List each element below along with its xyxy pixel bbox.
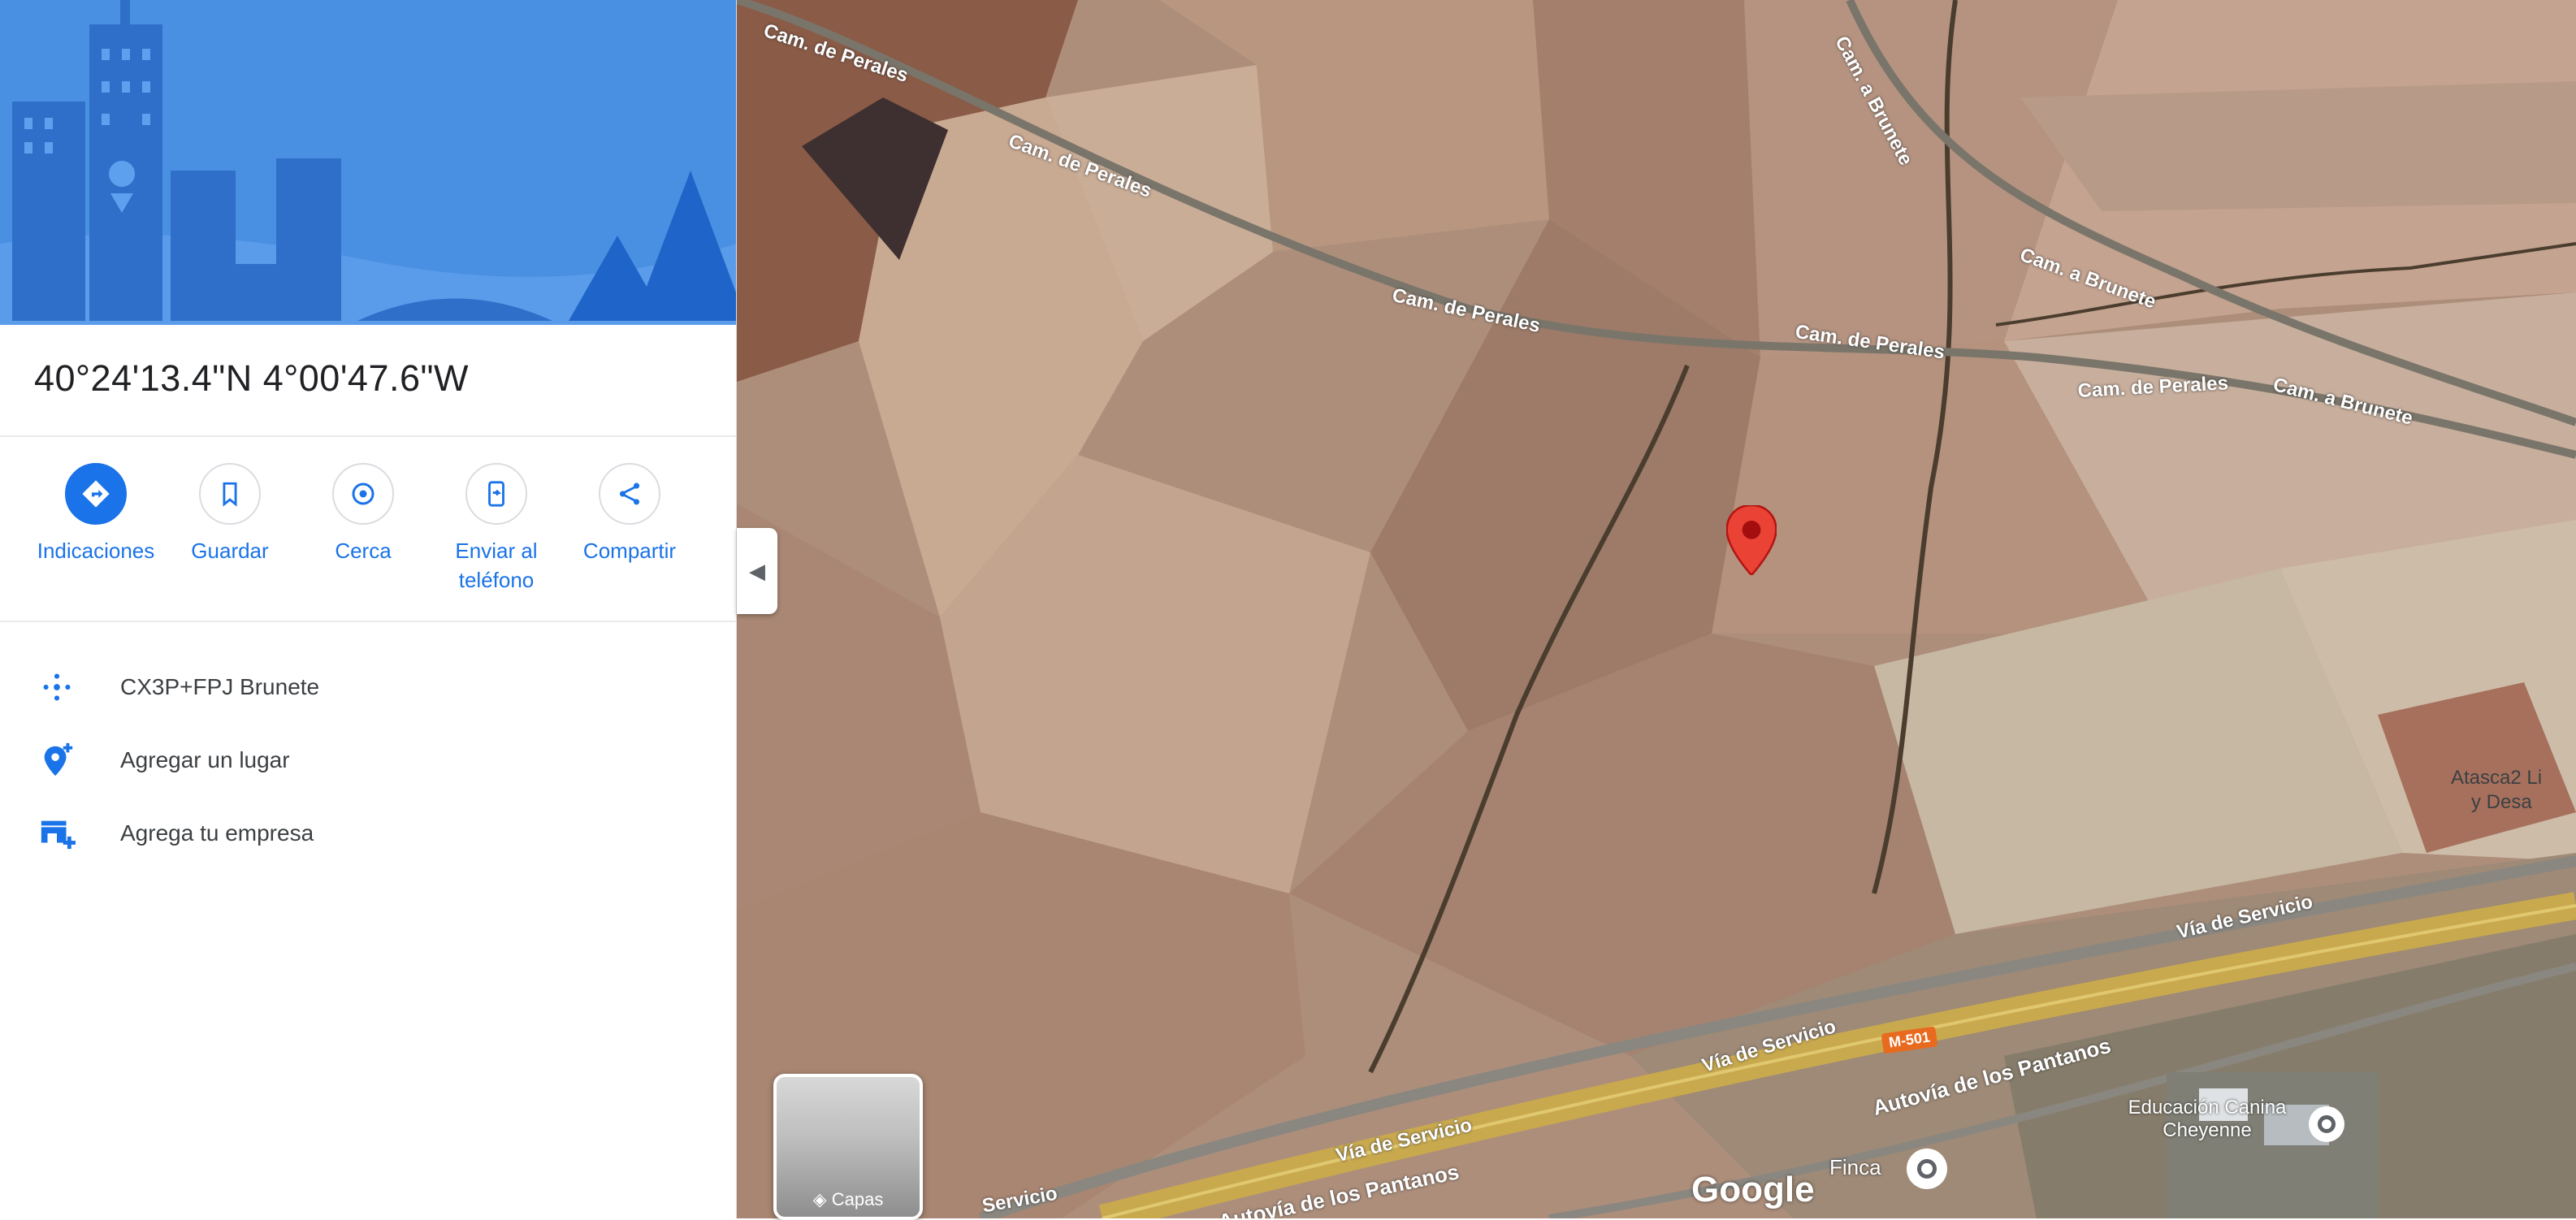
add-business-icon	[34, 811, 80, 856]
plus-code-text: CX3P+FPJ Brunete	[120, 674, 320, 699]
poi-label[interactable]: Finca	[1829, 1155, 1881, 1180]
nearby-button[interactable]: Cerca	[298, 463, 428, 565]
google-logo: Google	[1691, 1170, 1815, 1209]
poi-label[interactable]: y Desa	[2471, 791, 2532, 814]
location-pin-icon[interactable]	[1725, 504, 1777, 579]
share-icon	[599, 463, 660, 525]
add-place-row[interactable]: Agregar un lugar	[34, 736, 290, 785]
bookmark-icon	[199, 463, 261, 525]
add-place-icon	[34, 738, 80, 783]
poi-pin-icon[interactable]	[1907, 1149, 1947, 1189]
poi-label[interactable]: Atasca2 Li	[2451, 767, 2542, 790]
collapse-panel-button[interactable]: ◀	[737, 528, 777, 614]
send-to-phone-button[interactable]: Enviar al teléfono	[431, 463, 561, 595]
add-business-text: Agrega tu empresa	[120, 820, 314, 846]
plus-code-icon	[34, 664, 80, 710]
directions-icon	[65, 463, 127, 525]
add-business-row[interactable]: Agrega tu empresa	[34, 809, 314, 858]
satellite-map[interactable]: Cam. de Perales Cam. de Perales Cam. de …	[737, 0, 2576, 1218]
side-panel: 40°24'13.4"N 4°00'47.6"W Indicaciones Gu…	[0, 0, 737, 1218]
add-place-text: Agregar un lugar	[120, 747, 290, 772]
divider	[0, 435, 736, 437]
chevron-left-icon: ◀	[749, 558, 765, 583]
poi-pin-icon[interactable]	[2309, 1106, 2344, 1142]
layers-label-wrap: ◈ Capas	[777, 1189, 920, 1210]
header-illustration	[0, 0, 736, 325]
directions-button[interactable]: Indicaciones	[31, 463, 161, 565]
poi-label[interactable]: Educación Canina Cheyenne	[2093, 1097, 2321, 1142]
send-to-phone-label: Enviar al teléfono	[455, 539, 538, 592]
share-label: Compartir	[582, 539, 677, 563]
save-label: Guardar	[191, 539, 269, 563]
coordinates-title: 40°24'13.4"N 4°00'47.6"W	[34, 357, 469, 399]
nearby-label: Cerca	[335, 539, 392, 563]
divider	[0, 621, 736, 622]
directions-label: Indicaciones	[37, 539, 155, 563]
nearby-icon	[332, 463, 394, 525]
layers-button[interactable]: ◈ Capas	[773, 1074, 923, 1220]
share-button[interactable]: Compartir	[565, 463, 695, 565]
plus-code-row[interactable]: CX3P+FPJ Brunete	[34, 663, 319, 712]
layers-label: Capas	[831, 1189, 884, 1209]
send-to-phone-icon	[465, 463, 527, 525]
save-button[interactable]: Guardar	[165, 463, 295, 565]
layers-icon: ◈	[812, 1189, 827, 1209]
